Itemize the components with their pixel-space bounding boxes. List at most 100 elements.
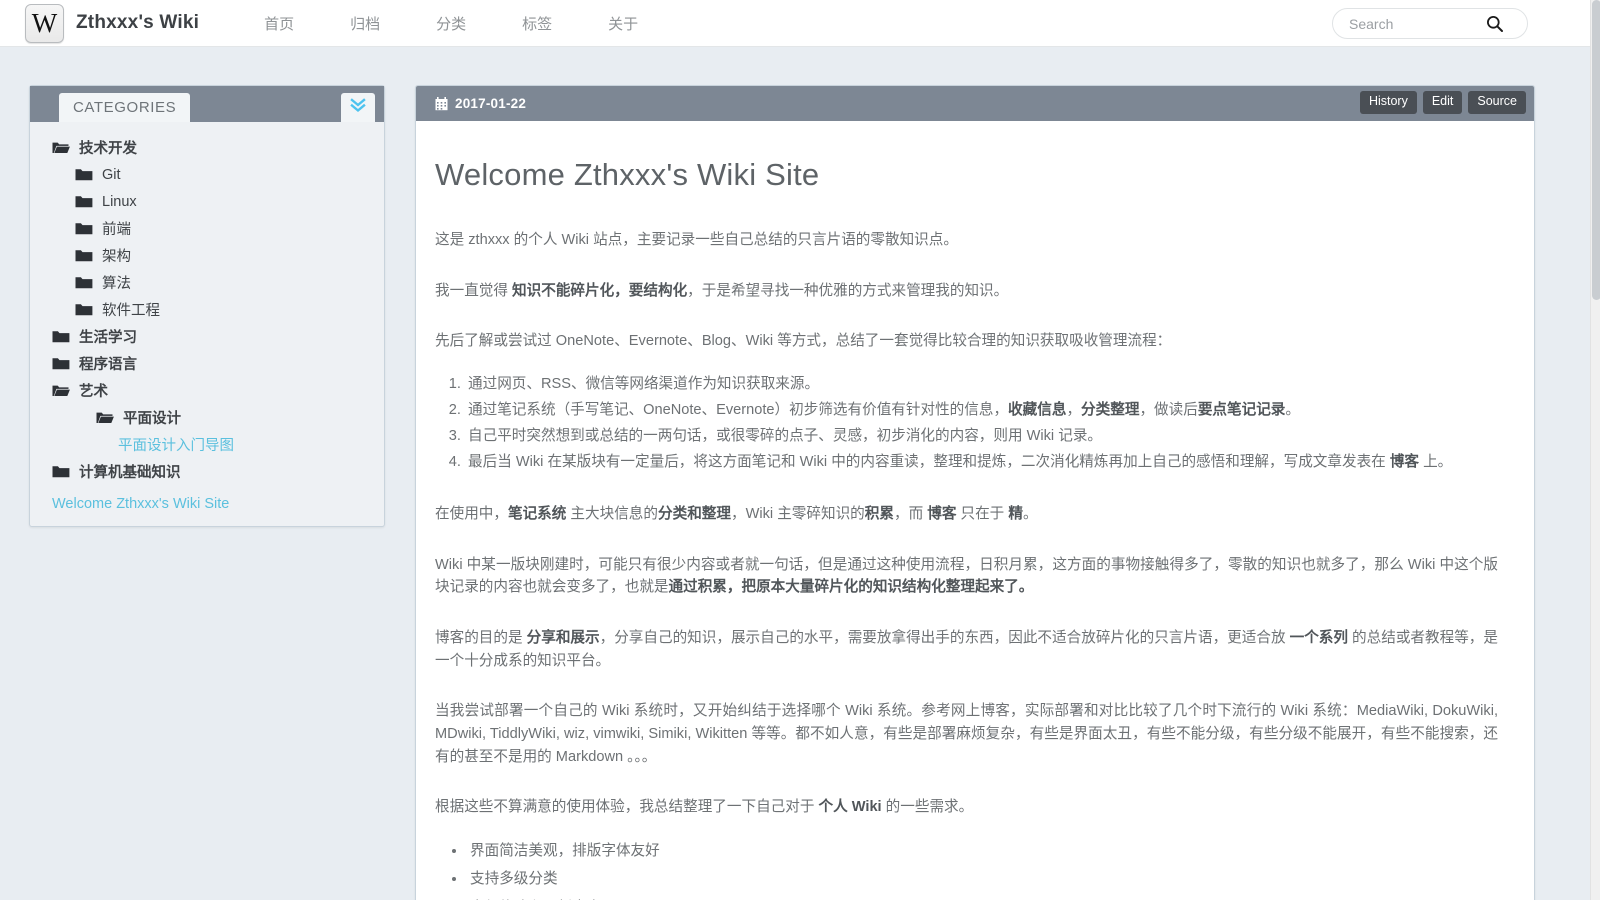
search-input[interactable]	[1333, 9, 1483, 38]
text-mid: ，Wiki 主零碎知识的	[730, 506, 865, 523]
folder-closed-icon	[75, 222, 93, 235]
text-bold: 分享和展示	[526, 630, 600, 647]
text-bold: 知识不能碎片化，要结构化	[512, 282, 688, 299]
nav-link-categories[interactable]: 分类	[422, 13, 480, 34]
text-bold: 笔记系统	[507, 506, 567, 523]
text-bold: 分类整理	[1081, 401, 1140, 418]
category-label: 艺术	[79, 384, 108, 400]
text-post: ，于是希望寻找一种优雅的方式来管理我的知识。	[687, 282, 1009, 299]
text-mid: ，做读后	[1139, 401, 1198, 418]
category-label: 算法	[102, 276, 131, 292]
category-item-art[interactable]: 艺术	[30, 377, 384, 404]
text-mid: ，	[1066, 401, 1082, 418]
text-mid: 只在于	[956, 506, 1009, 523]
list-item: 通过网页、RSS、微信等网络渠道作为知识获取来源。	[465, 371, 1498, 397]
text-bold: 一个系列	[1289, 630, 1348, 647]
paragraph-accumulation: Wiki 中某一版块刚建时，可能只有很少内容或者就一句话，但是通过这种使用流程，…	[435, 554, 1498, 599]
post-date: 2017-01-22	[455, 96, 527, 111]
category-item-cs-fundamentals[interactable]: 计算机基础知识	[30, 458, 384, 485]
list-item: 支持多级分类	[467, 865, 1498, 893]
article-action-buttons: History Edit Source	[1359, 91, 1526, 114]
page-scrollbar-track[interactable]	[1590, 0, 1600, 900]
text-pre: 最后当 Wiki 在某版块有一定量后，将这方面笔记和 Wiki 中的内容重读，整…	[468, 454, 1390, 471]
folder-closed-icon	[52, 330, 70, 343]
paragraph-text: 当我尝试部署一个自己的 Wiki 系统时，又开始纠结于选择哪个 Wiki 系统。…	[435, 703, 1498, 765]
paragraph-tools-tried: 先后了解或尝试过 OneNote、Evernote、Blog、Wiki 等方式，…	[435, 330, 1498, 353]
search-icon[interactable]	[1485, 14, 1505, 34]
folder-closed-icon	[52, 465, 70, 478]
paragraph-blog-purpose: 博客的目的是 分享和展示，分享自己的知识，展示自己的水平，需要放拿得出手的东西，…	[435, 627, 1498, 672]
category-label: 软件工程	[102, 303, 160, 319]
sidebar-tab-categories[interactable]: CATEGORIES	[59, 93, 191, 122]
list-item: 方便修改和更新内容	[467, 894, 1498, 900]
nav-link-tags[interactable]: 标签	[508, 13, 566, 34]
folder-closed-icon	[52, 357, 70, 370]
category-label: 生活学习	[79, 330, 137, 346]
page-scrollbar-thumb[interactable]	[1592, 0, 1600, 300]
requirements-bullet-list: 界面简洁美观，排版字体友好 支持多级分类 方便修改和更新内容 部署简单 分类目录…	[435, 837, 1498, 900]
category-label: Linux	[102, 193, 137, 210]
wikipedia-w-logo-icon[interactable]: W	[25, 3, 64, 43]
article-body: Welcome Zthxxx's Wiki Site 这是 zthxxx 的个人…	[416, 121, 1534, 900]
text-bold: 博客	[927, 506, 957, 523]
folder-open-icon	[96, 411, 114, 424]
nav-link-archive[interactable]: 归档	[336, 13, 394, 34]
category-label: 平面设计入门导图	[118, 438, 234, 454]
history-button[interactable]: History	[1359, 91, 1417, 114]
folder-closed-icon	[75, 249, 93, 262]
category-article-link[interactable]: 平面设计入门导图	[30, 431, 384, 458]
category-item-git[interactable]: Git	[30, 161, 384, 188]
folder-closed-icon	[75, 303, 93, 316]
category-item-graphic-design[interactable]: 平面设计	[30, 404, 384, 431]
text-pre: 在使用中，	[435, 506, 508, 523]
nav-link-home[interactable]: 首页	[250, 13, 308, 34]
double-chevron-down-icon	[349, 97, 367, 118]
paragraph-text: 这是 zthxxx 的个人 Wiki 站点，主要记录一些自己总结的只言片语的零散…	[435, 232, 958, 248]
edit-button[interactable]: Edit	[1422, 91, 1463, 114]
text-post: 。	[1022, 506, 1038, 523]
list-item: 通过笔记系统（手写笔记、OneNote、Evernote）初步筛选有价值有针对性…	[465, 397, 1498, 423]
text-mid: 上。	[1419, 454, 1453, 471]
page-body: CATEGORIES 技术开发 Git Linux 前端 架构 算法 软件工程 …	[0, 47, 1590, 900]
category-item-linux[interactable]: Linux	[30, 188, 384, 215]
category-label: Git	[102, 166, 121, 183]
nav-links: 首页 归档 分类 标签 关于	[236, 13, 666, 34]
category-item-tech[interactable]: 技术开发	[30, 134, 384, 161]
sidebar-welcome-link[interactable]: Welcome Zthxxx's Wiki Site	[30, 496, 384, 512]
sidebar-tabbar: CATEGORIES	[30, 86, 384, 122]
text-pre: 通过网页、RSS、微信等网络渠道作为知识获取来源。	[468, 375, 820, 392]
text-bold: 分类和整理	[658, 506, 731, 523]
logo-glyph: W	[31, 7, 58, 38]
folder-closed-icon	[75, 276, 93, 289]
text-post: 。	[1285, 401, 1301, 418]
source-button[interactable]: Source	[1468, 91, 1526, 114]
category-item-software-engineering[interactable]: 软件工程	[30, 296, 384, 323]
article-panel: 2017-01-22 History Edit Source Welcome Z…	[415, 85, 1535, 900]
text-pre: 博客的目的是	[435, 630, 527, 647]
text-bold: 收藏信息	[1008, 401, 1067, 418]
category-tree: 技术开发 Git Linux 前端 架构 算法 软件工程 生活学习 程序语言 艺…	[30, 122, 384, 485]
text-mid: ，分享自己的知识，展示自己的水平，需要放拿得出手的东西，因此不适合放碎片化的只言…	[599, 630, 1290, 647]
workflow-ordered-list: 通过网页、RSS、微信等网络渠道作为知识获取来源。 通过笔记系统（手写笔记、On…	[435, 371, 1498, 475]
category-item-frontend[interactable]: 前端	[30, 215, 384, 242]
folder-open-icon	[52, 384, 70, 397]
search-box[interactable]	[1332, 8, 1528, 39]
category-item-algorithms[interactable]: 算法	[30, 269, 384, 296]
category-label: 程序语言	[79, 357, 137, 373]
category-label: 计算机基础知识	[79, 465, 181, 481]
text-bold: 要点笔记记录	[1197, 401, 1286, 418]
category-item-life-study[interactable]: 生活学习	[30, 323, 384, 350]
text-mid: ，而	[893, 506, 928, 523]
nav-link-about[interactable]: 关于	[594, 13, 652, 34]
category-item-programming-languages[interactable]: 程序语言	[30, 350, 384, 377]
category-item-architecture[interactable]: 架构	[30, 242, 384, 269]
brand-title[interactable]: Zthxxx's Wiki	[76, 12, 199, 34]
sidebar-tab-label: CATEGORIES	[73, 98, 177, 116]
collapse-all-button[interactable]	[341, 93, 375, 122]
paragraph-usage-summary: 在使用中，笔记系统 主大块信息的分类和整理，Wiki 主零碎知识的积累，而 博客…	[435, 503, 1498, 526]
text-bold: 个人 Wiki	[818, 799, 882, 816]
paragraph-intro: 这是 zthxxx 的个人 Wiki 站点，主要记录一些自己总结的只言片语的零散…	[435, 229, 1498, 252]
text-bold: 精	[1008, 506, 1023, 523]
article-header: 2017-01-22 History Edit Source	[416, 86, 1534, 121]
text-post: 的一些需求。	[881, 799, 974, 816]
